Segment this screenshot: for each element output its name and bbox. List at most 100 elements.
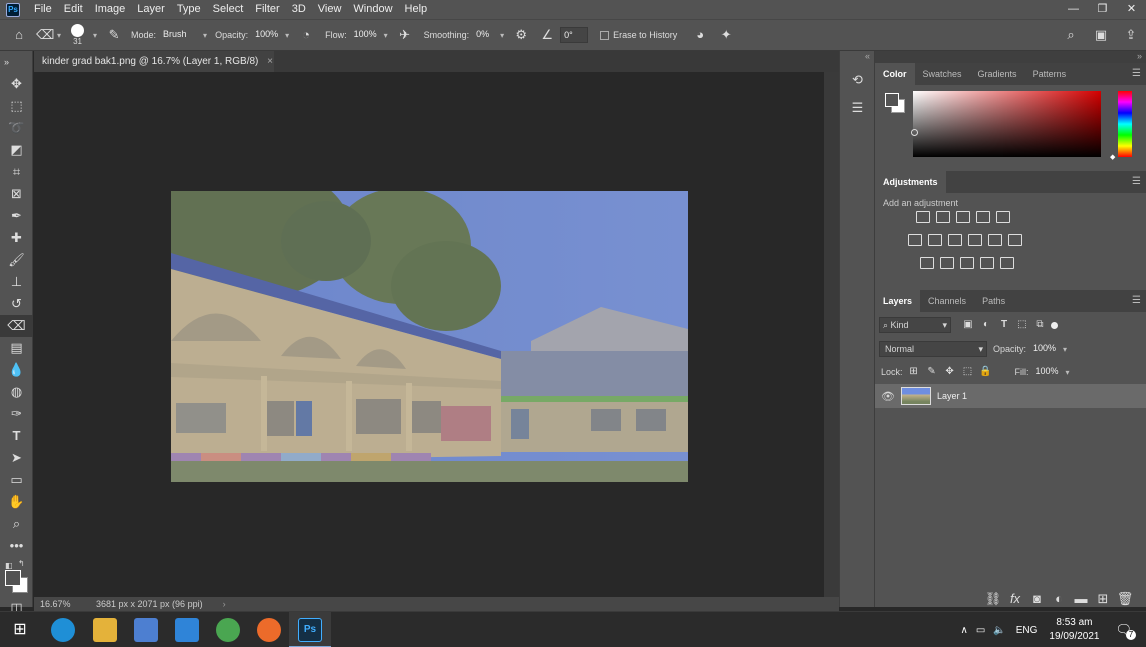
tab-swatches[interactable]: Swatches <box>915 63 970 85</box>
angle-field[interactable]: 0° <box>560 27 589 43</box>
smoothing-gear-icon[interactable]: ⚙ <box>512 26 530 44</box>
edge-icon[interactable] <box>51 618 75 642</box>
path-select-tool-icon[interactable]: ➤ <box>0 447 33 469</box>
dodge-tool-icon[interactable]: ◍ <box>0 381 33 403</box>
marquee-tool-icon[interactable]: ⬚ <box>0 95 33 117</box>
hue-marker-icon[interactable]: ◆ <box>1110 153 1115 161</box>
tab-layers[interactable]: Layers <box>875 290 921 312</box>
swap-colors-icon[interactable]: ↰ <box>18 559 25 568</box>
threshold-icon[interactable] <box>960 257 974 269</box>
adjustment-layer-icon[interactable]: ◐ <box>1050 590 1068 608</box>
filter-toggle-icon[interactable] <box>1051 321 1058 329</box>
menu-help[interactable]: Help <box>399 0 434 19</box>
clock[interactable]: 8:53 am 19/09/2021 <box>1049 616 1099 644</box>
close-tab-icon[interactable]: × <box>267 56 273 67</box>
object-select-tool-icon[interactable]: ◩ <box>0 139 33 161</box>
chevron-down-icon[interactable]: ▾ <box>384 31 388 40</box>
chevron-down-icon[interactable]: ▾ <box>500 31 504 40</box>
menu-type[interactable]: Type <box>171 0 207 19</box>
opacity-field[interactable]: 100% <box>252 27 282 43</box>
erase-history-checkbox[interactable] <box>600 30 610 40</box>
filter-adjustment-icon[interactable]: ◐ <box>977 316 995 334</box>
layer-style-icon[interactable]: fx <box>1006 590 1024 608</box>
hue-saturation-icon[interactable] <box>908 234 922 246</box>
menu-3d[interactable]: 3D <box>286 0 312 19</box>
curves-icon[interactable] <box>956 211 970 223</box>
panel-menu-icon[interactable]: ☰ <box>1132 295 1141 306</box>
tab-patterns[interactable]: Patterns <box>1025 63 1075 85</box>
chevron-down-icon[interactable]: ▾ <box>93 31 97 40</box>
brush-tool-icon[interactable]: 🖌 <box>0 249 33 271</box>
brush-settings-icon[interactable]: ✎ <box>105 26 123 44</box>
language-indicator[interactable]: ENG <box>1016 625 1038 636</box>
posterize-icon[interactable] <box>940 257 954 269</box>
network-icon[interactable]: ▭ <box>976 625 985 636</box>
menu-file[interactable]: File <box>28 0 58 19</box>
document-image[interactable] <box>171 191 688 482</box>
smoothing-field[interactable]: 0% <box>473 27 497 43</box>
vertical-scrollbar[interactable] <box>824 72 839 597</box>
file-explorer-icon[interactable] <box>93 618 117 642</box>
selective-color-icon[interactable] <box>980 257 994 269</box>
brush-preset-picker[interactable]: 31 <box>71 24 85 46</box>
history-panel-icon[interactable]: ⟲ <box>840 69 875 91</box>
properties-panel-icon[interactable]: ☰ <box>840 97 875 119</box>
expand-icon[interactable]: » <box>875 51 1146 63</box>
chevron-down-icon[interactable]: ▾ <box>285 31 289 40</box>
black-white-icon[interactable] <box>948 234 962 246</box>
blur-tool-icon[interactable]: 💧 <box>0 359 33 381</box>
firefox-icon[interactable] <box>257 618 281 642</box>
collapse-icon[interactable]: « <box>840 51 874 63</box>
eyedropper-tool-icon[interactable]: ✒ <box>0 205 33 227</box>
foreground-color-swatch[interactable] <box>5 570 21 586</box>
link-layers-icon[interactable]: ⛓ <box>984 590 1002 608</box>
eraser-tool-icon[interactable]: ⌫ <box>0 315 33 337</box>
flow-field[interactable]: 100% <box>351 27 381 43</box>
symmetry-icon[interactable]: ✦ <box>717 26 735 44</box>
exposure-icon[interactable] <box>976 211 990 223</box>
new-layer-icon[interactable]: ⊞ <box>1094 590 1112 608</box>
restore-icon[interactable]: ❐ <box>1088 0 1117 19</box>
search-icon[interactable]: ⌕ <box>1062 26 1080 44</box>
fill-field[interactable]: 100% <box>1033 364 1063 380</box>
menu-filter[interactable]: Filter <box>249 0 285 19</box>
add-mask-icon[interactable]: ◙ <box>1028 590 1046 608</box>
gradient-map-icon[interactable] <box>1000 257 1014 269</box>
panel-menu-icon[interactable]: ☰ <box>1132 68 1141 79</box>
airbrush-icon[interactable]: ✈ <box>396 26 414 44</box>
more-tools-icon[interactable]: ••• <box>0 535 33 557</box>
eraser-tool-preset-icon[interactable]: ⌫ <box>36 26 54 44</box>
color-balance-icon[interactable] <box>928 234 942 246</box>
layer-row[interactable]: 👁 Layer 1 <box>875 384 1146 408</box>
color-field[interactable] <box>913 91 1101 157</box>
layer-name[interactable]: Layer 1 <box>937 391 967 401</box>
menu-window[interactable]: Window <box>347 0 398 19</box>
store-icon[interactable] <box>134 618 158 642</box>
rectangle-tool-icon[interactable]: ▭ <box>0 469 33 491</box>
status-arrow-icon[interactable]: › <box>223 599 226 609</box>
collapse-icon[interactable]: » <box>0 51 33 73</box>
mode-select[interactable]: Brush <box>160 27 200 43</box>
pressure-opacity-icon[interactable]: ◔ <box>297 26 315 44</box>
brightness-contrast-icon[interactable] <box>916 211 930 223</box>
gradient-tool-icon[interactable]: ▤ <box>0 337 33 359</box>
lock-position-icon[interactable]: ✥ <box>941 363 959 381</box>
new-group-icon[interactable]: ▬ <box>1072 590 1090 608</box>
layer-opacity-field[interactable]: 100% <box>1030 341 1060 357</box>
tab-gradients[interactable]: Gradients <box>970 63 1025 85</box>
stamp-tool-icon[interactable]: ⊥ <box>0 271 33 293</box>
layer-kind-filter[interactable]: ⌕ Kind ▾ <box>879 317 951 333</box>
pen-tool-icon[interactable]: ✑ <box>0 403 33 425</box>
blend-mode-select[interactable]: Normal ▾ <box>879 341 987 357</box>
close-icon[interactable]: ✕ <box>1117 0 1146 19</box>
tab-paths[interactable]: Paths <box>974 290 1013 312</box>
lock-artboard-icon[interactable]: ⬚ <box>959 363 977 381</box>
color-picker-cursor[interactable] <box>911 129 918 136</box>
photo-filter-icon[interactable] <box>968 234 982 246</box>
move-tool-icon[interactable]: ✥ <box>0 73 33 95</box>
filter-smart-object-icon[interactable]: ⧉ <box>1031 316 1049 334</box>
mail-icon[interactable] <box>175 618 199 642</box>
filter-type-icon[interactable]: T <box>995 316 1013 334</box>
menu-layer[interactable]: Layer <box>131 0 171 19</box>
lock-transparency-icon[interactable]: ⊞ <box>905 363 923 381</box>
